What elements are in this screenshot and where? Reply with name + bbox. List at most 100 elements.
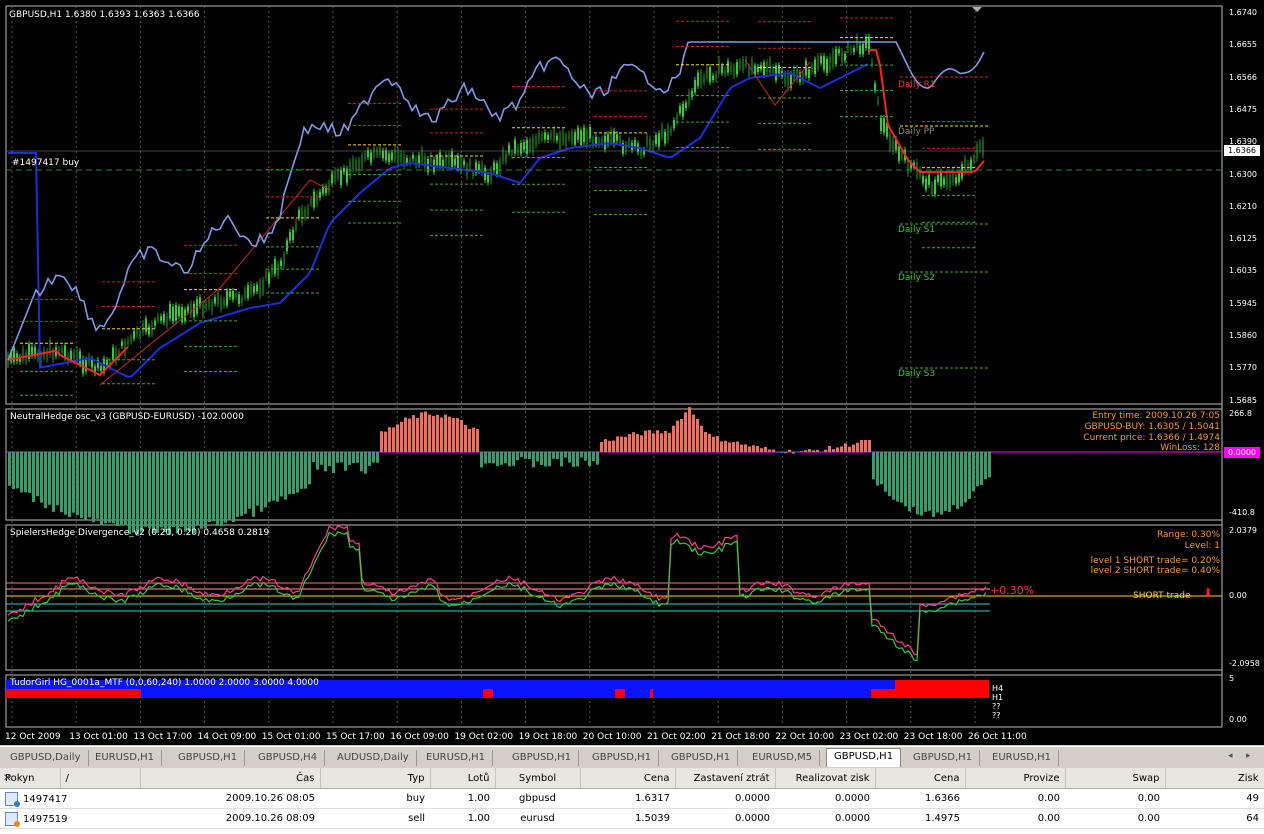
osc-bar xyxy=(144,452,147,527)
osc-bar xyxy=(128,452,131,535)
chart-canvas[interactable] xyxy=(0,0,1264,745)
candle-body xyxy=(907,160,909,174)
column-header-11[interactable]: Swap xyxy=(1065,768,1166,789)
chart-tab[interactable]: GBPUSD,H4 xyxy=(251,750,326,766)
candle-body xyxy=(547,134,549,141)
chart-tab[interactable]: GBPUSD,H1 xyxy=(505,750,580,766)
osc-bar xyxy=(684,412,687,452)
osc-bar xyxy=(808,449,811,452)
candle-body xyxy=(652,142,654,149)
osc-bar xyxy=(540,452,543,465)
osc-bar xyxy=(560,452,563,467)
order-cell: 1.6366 xyxy=(875,788,965,809)
candle-body xyxy=(340,169,342,186)
candle-body xyxy=(691,90,693,98)
osc-bar xyxy=(640,435,643,452)
osc-ymin: -410.8 xyxy=(1229,508,1255,517)
osc-bar xyxy=(380,431,383,452)
order-cell: 0.0000 xyxy=(775,788,875,809)
chart-tab[interactable]: EURUSD,M5 xyxy=(745,750,821,766)
order-line-label: #1497417 buy xyxy=(12,158,80,168)
order-row[interactable]: 1497519 2009.10.26 08:09 sell 1.00 eurusd 1.5… xyxy=(0,808,1264,829)
column-header-8[interactable]: Realizovat zisk xyxy=(775,768,876,789)
candle-body xyxy=(577,127,579,140)
candle-body xyxy=(769,58,771,74)
buy-order-icon xyxy=(5,791,20,807)
column-header-3[interactable]: Typ xyxy=(320,768,431,789)
order-row[interactable]: 1497417 2009.10.26 08:05 buy 1.00 gbpusd 1.63… xyxy=(0,788,1264,809)
osc-bar xyxy=(112,452,115,524)
candle-body xyxy=(949,174,951,188)
tab-scroll-left-icon[interactable]: ◂ xyxy=(1228,751,1233,761)
chart-tab[interactable]: GBPUSD,H1 xyxy=(906,750,981,766)
candle-body xyxy=(244,288,246,298)
candle-body xyxy=(619,135,621,144)
order-cell: 0.0000 xyxy=(775,808,875,829)
candle-body xyxy=(202,304,204,316)
column-header-7[interactable]: Zastavení ztrát xyxy=(675,768,776,789)
osc-ymax: 266.8 xyxy=(1229,409,1252,418)
chart-tab[interactable]: GBPUSD,H1 xyxy=(585,750,660,766)
candle-body xyxy=(922,176,924,184)
osc-bar xyxy=(368,452,371,466)
column-header-2[interactable]: Čas xyxy=(140,768,321,789)
column-header-1[interactable]: / xyxy=(60,768,141,789)
candle-body xyxy=(262,279,264,294)
candle-body xyxy=(64,345,66,358)
chart-tab[interactable]: GBPUSD,H1 xyxy=(826,748,902,767)
order-cell: 2009.10.26 08:05 xyxy=(140,788,320,809)
chart-tab[interactable]: EURUSD,H1 xyxy=(88,750,163,766)
osc-bar xyxy=(856,442,859,452)
chart-tab[interactable]: GBPUSD,H1 xyxy=(171,750,246,766)
order-cell: 1.4975 xyxy=(875,808,965,829)
candle-body xyxy=(739,61,741,69)
osc-bar xyxy=(292,452,295,494)
osc-bar xyxy=(564,452,567,458)
osc-bar xyxy=(952,452,955,506)
chart-window[interactable]: GBPUSD,H1 1.6380 1.6393 1.6363 1.6366 #1… xyxy=(0,0,1264,745)
osc-bar xyxy=(900,452,903,503)
osc-bar xyxy=(700,425,703,452)
osc-bar xyxy=(588,452,591,467)
osc-bar xyxy=(356,452,359,463)
candle-body xyxy=(169,303,171,319)
chart-tab[interactable]: EURUSD,H1 xyxy=(985,750,1060,766)
candle-body xyxy=(121,341,123,346)
candle-body xyxy=(688,91,690,106)
osc-bar xyxy=(888,452,891,497)
column-header-10[interactable]: Provize xyxy=(965,768,1066,789)
osc-bar xyxy=(300,452,303,489)
column-header-6[interactable]: Cena xyxy=(580,768,676,789)
osc-bar xyxy=(852,444,855,452)
osc-bar xyxy=(616,436,619,452)
div-title: SpielersHedge Divergence_v2 (0.20, 0.20)… xyxy=(10,528,270,538)
osc-bar xyxy=(340,452,343,463)
column-header-5[interactable]: Symbol xyxy=(495,768,581,789)
osc-bar xyxy=(416,417,419,452)
chart-tab[interactable]: AUDUSD,Daily xyxy=(330,750,417,766)
osc-bar xyxy=(884,452,887,492)
osc-bar xyxy=(108,452,111,523)
osc-bar xyxy=(388,427,391,452)
chart-tab[interactable]: EURUSD,H1 xyxy=(419,750,494,766)
osc-bar xyxy=(268,452,271,502)
column-header-12[interactable]: Zisk xyxy=(1165,768,1264,789)
candle-body xyxy=(439,152,441,166)
osc-bar xyxy=(480,452,483,468)
time-tick: 19 Oct 02:00 xyxy=(454,732,514,742)
candle-body xyxy=(448,154,450,165)
column-header-4[interactable]: Lotů xyxy=(430,768,496,789)
short-arrow-icon: ⬇ xyxy=(1203,586,1214,600)
close-terminal-icon[interactable]: ✕ xyxy=(3,773,11,784)
order-cell: buy xyxy=(320,788,430,809)
tab-scroll-right-icon[interactable]: ▸ xyxy=(1246,751,1251,761)
chart-tab[interactable]: GBPUSD,Daily xyxy=(3,750,89,766)
osc-bar xyxy=(920,452,923,516)
column-header-9[interactable]: Cena xyxy=(875,768,966,789)
candle-body xyxy=(925,178,927,190)
osc-bar xyxy=(600,442,603,452)
candle-body xyxy=(847,43,849,51)
chart-tab[interactable]: GBPUSD,H1 xyxy=(664,750,739,766)
osc-bar xyxy=(792,452,795,454)
order-cell: 1.5039 xyxy=(580,808,675,829)
